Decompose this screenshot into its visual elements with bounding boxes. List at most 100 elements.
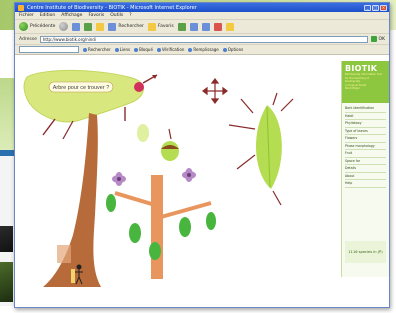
species-count: 1116 species in (P)	[345, 241, 386, 263]
side-panel-header: BIOTIK Biodiversity information tool for…	[342, 61, 389, 103]
go-button[interactable]: OK	[370, 36, 386, 42]
side-menu-item[interactable]: Phase morphology	[345, 143, 386, 150]
thumbnail-photo[interactable]	[0, 262, 13, 302]
link-item[interactable]: Rechercher	[83, 47, 111, 52]
arrow-icon	[280, 98, 294, 112]
measure-stick	[71, 269, 75, 283]
stem-leaf[interactable]	[206, 212, 216, 230]
star-icon	[147, 22, 156, 31]
side-menu-item[interactable]: Habit	[345, 113, 386, 120]
toolbar-search-input[interactable]	[19, 46, 79, 53]
link-item[interactable]: Options	[222, 47, 244, 52]
home-icon[interactable]	[96, 22, 105, 31]
side-panel-description: Nindi Bilgiri	[345, 87, 360, 91]
back-label: Précédente	[30, 24, 56, 29]
arrow-icon	[240, 98, 254, 114]
menu-edition[interactable]: Edition	[40, 13, 56, 18]
back-arrow-icon	[19, 22, 28, 31]
side-panel-menu: Bark identification Habit Phyllotaxy Typ…	[342, 103, 389, 190]
forward-arrow-icon[interactable]	[59, 22, 69, 31]
ie-icon	[18, 4, 24, 11]
purple-flower[interactable]	[112, 172, 126, 186]
window-title: Centre Institute of Biodiversity - BIOTI…	[27, 4, 197, 11]
link-label: Bloqué	[139, 47, 153, 52]
side-menu-item[interactable]: Bark identification	[345, 105, 386, 113]
edit-icon[interactable]	[213, 22, 222, 31]
purple-flower[interactable]	[182, 168, 196, 182]
link-icon	[188, 47, 193, 52]
side-menu-item[interactable]: Details	[345, 165, 386, 173]
arrow-icon	[168, 128, 172, 140]
close-button[interactable]: ×	[380, 4, 387, 11]
side-menu-item[interactable]: Fruit	[345, 150, 386, 158]
menu-fichier[interactable]: Fichier	[19, 13, 34, 18]
link-label: Options	[227, 47, 244, 52]
minimize-button[interactable]: _	[364, 4, 371, 11]
link-label: Rechercher	[88, 47, 111, 52]
search-label: Rechercher	[118, 24, 144, 29]
stem-leaf[interactable]	[106, 194, 116, 212]
red-flower[interactable]	[134, 82, 144, 92]
link-item[interactable]: Remplissage	[188, 47, 219, 52]
maximize-button[interactable]: □	[372, 4, 379, 11]
link-icon	[83, 47, 87, 52]
stem-leaf[interactable]	[179, 217, 191, 237]
arrow-icon	[236, 154, 256, 170]
toolbar: Précédente Rechercher Favoris	[15, 20, 389, 34]
link-icon	[156, 47, 161, 52]
side-menu-item[interactable]: About	[345, 173, 386, 180]
question-bubble-text: Arbre pour ce trouver ?	[53, 85, 110, 91]
arrow-icon	[42, 118, 56, 136]
address-input[interactable]: http://www.biotik.org/nindi	[39, 35, 368, 43]
menu-bar: Fichier Edition Affichage Favoris Outils…	[15, 12, 389, 20]
link-item[interactable]: Bloqué	[134, 47, 153, 52]
favorites-button[interactable]: Favoris	[147, 22, 174, 31]
side-menu-item[interactable]: Space for	[345, 158, 386, 165]
stem-leaf[interactable]	[149, 242, 161, 260]
browser-window: Centre Institute of Biodiversity - BIOTI…	[14, 2, 390, 308]
thumbnail-photo[interactable]	[0, 226, 13, 252]
favorites-label: Favoris	[157, 24, 174, 29]
search-button[interactable]: Rechercher	[108, 22, 144, 31]
menu-outils[interactable]: Outils	[110, 13, 123, 18]
back-button[interactable]: Précédente	[19, 22, 55, 31]
link-label: Vérification	[161, 47, 185, 52]
address-label: Adresse	[19, 36, 37, 42]
history-icon[interactable]	[177, 22, 186, 31]
print-icon[interactable]	[201, 22, 210, 31]
move-icon[interactable]	[202, 78, 228, 104]
link-item[interactable]: Vérification	[156, 47, 185, 52]
link-item[interactable]: Liens	[114, 47, 131, 52]
search-icon	[108, 22, 117, 31]
side-menu-item[interactable]: Help	[345, 180, 386, 188]
menu-affichage[interactable]: Affichage	[61, 13, 82, 18]
arrow-icon	[62, 120, 74, 140]
tree-trunk[interactable]	[43, 113, 101, 287]
side-menu-item[interactable]: Flowers	[345, 135, 386, 143]
plant-illustration: Arbre pour ce trouver ?	[23, 69, 294, 287]
small-leaf[interactable]	[137, 124, 149, 142]
side-menu-item[interactable]: Phyllotaxy	[345, 120, 386, 128]
arrow-icon	[272, 190, 282, 206]
arrow-icon	[272, 92, 278, 106]
go-label: OK	[378, 36, 386, 42]
fruit[interactable]	[161, 141, 179, 161]
stem-leaf[interactable]	[129, 223, 141, 243]
menu-help[interactable]: ?	[129, 13, 131, 18]
link-label: Liens	[119, 47, 131, 52]
bark-sample[interactable]	[57, 245, 71, 263]
link-icon	[134, 47, 139, 52]
side-panel: BIOTIK Biodiversity information tool for…	[341, 61, 389, 277]
refresh-icon[interactable]	[84, 22, 93, 31]
go-arrow-icon	[370, 36, 377, 42]
side-panel-title: BIOTIK	[345, 64, 378, 73]
title-bar: Centre Institute of Biodiversity - BIOTI…	[15, 3, 389, 12]
side-menu-item[interactable]: Type of leaves	[345, 128, 386, 135]
link-icon	[222, 47, 227, 52]
mail-icon[interactable]	[189, 22, 198, 31]
stop-icon[interactable]	[72, 22, 81, 31]
folder-icon[interactable]	[225, 22, 234, 31]
page-content: Arbre pour ce trouver ? BIOTIK Biodivers…	[15, 55, 389, 307]
menu-favoris[interactable]: Favoris	[88, 13, 104, 18]
plant-stem[interactable]	[151, 175, 163, 279]
